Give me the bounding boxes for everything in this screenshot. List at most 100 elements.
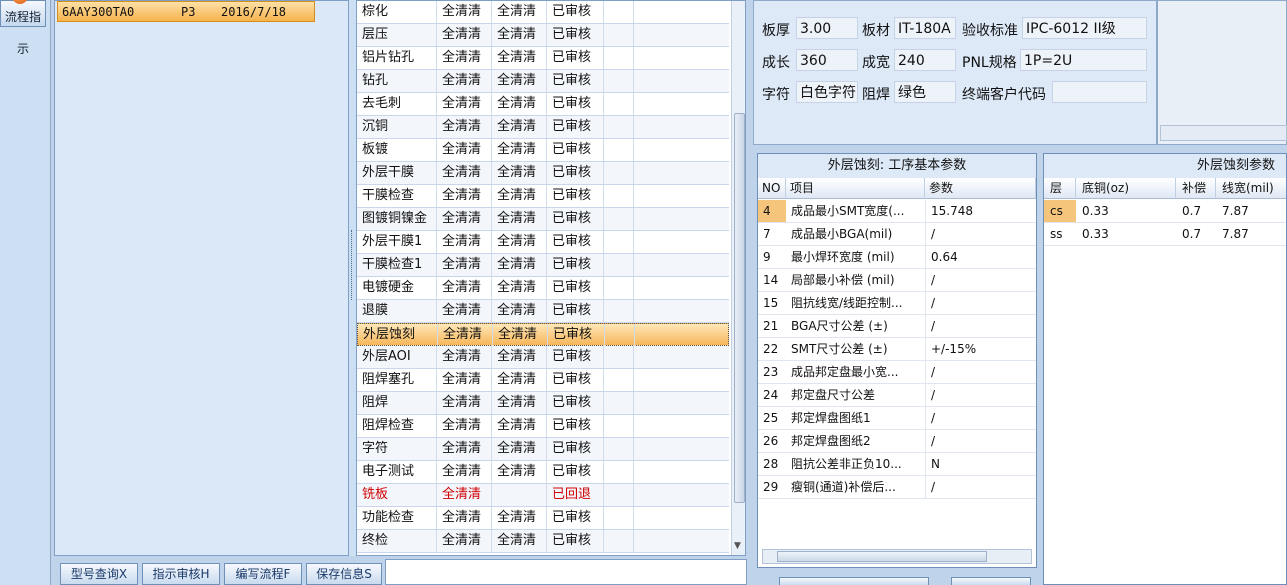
process-row[interactable]: 去毛刺 全清清 全清清 已审核: [357, 93, 729, 116]
param-row[interactable]: 23 成品邦定盘最小宽... /: [758, 361, 1036, 384]
param-row[interactable]: 7 成品最小BGA(mil) /: [758, 223, 1036, 246]
process-editor: 全清清: [437, 277, 492, 299]
etch-header-base-cu[interactable]: 底铜(oz): [1076, 178, 1176, 199]
mask-field[interactable]: 绿色: [894, 81, 956, 103]
process-row[interactable]: 电镀硬金 全清清 全清清 已审核: [357, 277, 729, 300]
process-row[interactable]: 阻焊检查 全清清 全清清 已审核: [357, 415, 729, 438]
customer-field[interactable]: [1052, 81, 1147, 103]
param-value: /: [925, 315, 1036, 337]
param-row[interactable]: 14 局部最小补偿 (mil) /: [758, 269, 1036, 292]
params-header-no[interactable]: NO: [758, 178, 786, 199]
process-reviewer: 全清清: [492, 1, 547, 23]
mask-label: 阻焊: [862, 87, 890, 103]
model-list-item-selected[interactable]: 6AAY300TA0 P3 2016/7/18: [57, 1, 315, 22]
process-empty-cell: [604, 300, 634, 322]
param-row[interactable]: 15 阻抗线宽/线距控制... /: [758, 292, 1036, 315]
process-row[interactable]: 图镀铜镍金 全清清 全清清 已审核: [357, 208, 729, 231]
etch-header-comp[interactable]: 补偿: [1176, 178, 1216, 199]
etch-layer: cs: [1044, 200, 1076, 222]
process-row[interactable]: 电子测试 全清清 全清清 已审核: [357, 461, 729, 484]
info-side-scrollbar[interactable]: [1160, 125, 1287, 141]
pnl-field[interactable]: 1P=2U: [1020, 49, 1147, 71]
process-status: 已审核: [547, 139, 604, 161]
process-row[interactable]: 铝片钻孔 全清清 全清清 已审核: [357, 47, 729, 70]
process-reviewer: 全清清: [492, 277, 547, 299]
flow-guide-button[interactable]: 流程指示: [0, 0, 46, 56]
process-empty-cell: [634, 93, 729, 115]
param-item: 邦定焊盘图纸2: [791, 434, 871, 448]
model-query-button[interactable]: 型号查询X: [60, 563, 138, 585]
param-row[interactable]: 26 邦定焊盘图纸2 /: [758, 430, 1036, 453]
etch-row[interactable]: ss 0.33 0.7 7.87: [1044, 223, 1286, 246]
etch-header-line-width[interactable]: 线宽(mil): [1216, 178, 1286, 199]
etch-panel-title: 外层蚀刻参数: [1197, 158, 1276, 173]
process-row[interactable]: 层压 全清清 全清清 已审核: [357, 24, 729, 47]
param-row[interactable]: 28 阻抗公差非正负10... N: [758, 453, 1036, 476]
param-row[interactable]: 22 SMT尺寸公差 (±) +/-15%: [758, 338, 1036, 361]
bottom-right-button-1[interactable]: [779, 577, 929, 585]
process-reviewer: 全清清: [492, 208, 547, 230]
param-row[interactable]: 9 最小焊环宽度 (mil) 0.64: [758, 246, 1036, 269]
process-empty-cell: [634, 346, 729, 368]
process-step-name: 铝片钻孔: [357, 47, 437, 69]
param-item: 邦定焊盘图纸1: [791, 411, 871, 425]
save-info-button[interactable]: 保存信息S: [306, 563, 382, 585]
param-row[interactable]: 4 成品最小SMT宽度(... 15.748: [758, 200, 1036, 223]
params-header-item[interactable]: 项目: [786, 178, 925, 199]
process-row[interactable]: 铣板 全清清 已回退: [357, 484, 729, 507]
process-row[interactable]: 阻焊塞孔 全清清 全清清 已审核: [357, 369, 729, 392]
process-status: 已审核: [547, 530, 604, 552]
param-value: /: [925, 292, 1036, 314]
process-row[interactable]: 外层干膜1 全清清 全清清 已审核: [357, 231, 729, 254]
char-field[interactable]: 白色字符: [796, 81, 858, 103]
process-row[interactable]: 退膜 全清清 全清清 已审核: [357, 300, 729, 323]
process-editor: 全清清: [437, 346, 492, 368]
param-row[interactable]: 21 BGA尺寸公差 (±) /: [758, 315, 1036, 338]
param-no: 23: [763, 365, 779, 379]
material-field[interactable]: IT-180A: [894, 17, 956, 39]
scrollbar-thumb[interactable]: [777, 551, 987, 562]
write-flow-button[interactable]: 编写流程F: [224, 563, 302, 585]
process-reviewer: 全清清: [492, 93, 547, 115]
param-row[interactable]: 25 邦定焊盘图纸1 /: [758, 407, 1036, 430]
etch-base-cu: 0.33: [1082, 227, 1109, 241]
process-row[interactable]: 干膜检查1 全清清 全清清 已审核: [357, 254, 729, 277]
process-row[interactable]: 棕化 全清清 全清清 已审核: [357, 1, 729, 24]
params-horizontal-scrollbar[interactable]: [762, 549, 1032, 564]
standard-field[interactable]: IPC-6012 II级: [1022, 17, 1147, 39]
width-field[interactable]: 240: [894, 49, 956, 71]
process-step-name: 外层蚀刻: [358, 324, 438, 346]
instruction-review-button[interactable]: 指示审核H: [142, 563, 220, 585]
param-value: /: [925, 384, 1036, 406]
process-reviewer: 全清清: [492, 116, 547, 138]
process-row[interactable]: 外层蚀刻 全清清 全清清 已审核: [357, 323, 729, 346]
param-row[interactable]: 24 邦定盘尺寸公差 /: [758, 384, 1036, 407]
process-row[interactable]: 外层干膜 全清清 全清清 已审核: [357, 162, 729, 185]
splitter-grip[interactable]: [351, 230, 355, 300]
process-row[interactable]: 板镀 全清清 全清清 已审核: [357, 139, 729, 162]
scrollbar-thumb[interactable]: [734, 113, 745, 503]
etch-row[interactable]: cs 0.33 0.7 7.87: [1044, 200, 1286, 223]
param-item: BGA尺寸公差 (±): [791, 319, 888, 333]
param-row[interactable]: 29 瘦铜(通道)补偿后... /: [758, 476, 1036, 499]
process-row[interactable]: 沉铜 全清清 全清清 已审核: [357, 116, 729, 139]
process-reviewer: 全清清: [492, 369, 547, 391]
process-row[interactable]: 阻焊 全清清 全清清 已审核: [357, 392, 729, 415]
process-row[interactable]: 钻孔 全清清 全清清 已审核: [357, 70, 729, 93]
process-row[interactable]: 字符 全清清 全清清 已审核: [357, 438, 729, 461]
process-row[interactable]: 终检 全清清 全清清 已审核: [357, 530, 729, 553]
etch-header-layer[interactable]: 层: [1044, 178, 1076, 199]
params-header-value[interactable]: 参数: [925, 178, 1036, 199]
thickness-field[interactable]: 3.00: [796, 17, 858, 39]
process-reviewer: 全清清: [492, 392, 547, 414]
process-empty-cell: [634, 47, 729, 69]
process-row[interactable]: 功能检查 全清清 全清清 已审核: [357, 507, 729, 530]
process-reviewer: 全清清: [492, 300, 547, 322]
bottom-right-button-2[interactable]: [951, 577, 1031, 585]
length-field[interactable]: 360: [796, 49, 858, 71]
process-row[interactable]: 干膜检查 全清清 全清清 已审核: [357, 185, 729, 208]
scroll-down-arrow-icon[interactable]: ▼: [734, 541, 741, 551]
process-empty-cell: [604, 254, 634, 276]
process-table-scrollbar[interactable]: ▼: [731, 1, 745, 555]
process-row[interactable]: 外层AOI 全清清 全清清 已审核: [357, 346, 729, 369]
